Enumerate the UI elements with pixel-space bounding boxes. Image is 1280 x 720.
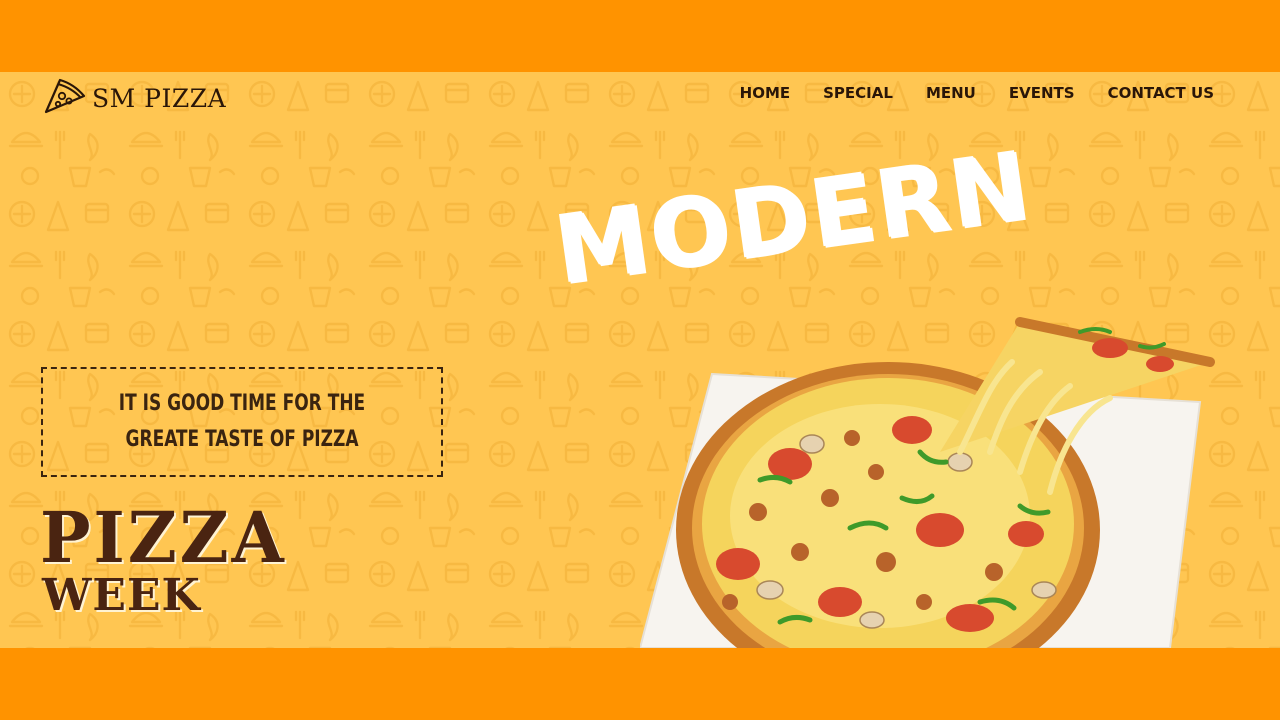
promo-title-pizza: PIZZA (40, 496, 287, 579)
top-frame (0, 0, 1280, 72)
promo-title-week: WEEK (42, 570, 201, 621)
tagline-box: IT IS GOOD TIME FOR THE GREATE TASTE OF … (41, 367, 443, 477)
bottom-frame (0, 648, 1280, 720)
main-nav: HOME SPECIAL MENU EVENTS CONTACT US (740, 84, 1214, 102)
nav-item-events[interactable]: EVENTS (1009, 84, 1075, 102)
pizza-slice-icon (42, 76, 88, 121)
nav-item-special[interactable]: SPECIAL (823, 84, 893, 102)
hero-section: SM PIZZA HOME SPECIAL MENU EVENTS CONTAC… (0, 72, 1280, 648)
tagline-text: IT IS GOOD TIME FOR THE GREATE TASTE OF … (118, 391, 366, 452)
brand-name: SM PIZZA (92, 84, 227, 113)
pizza-image (640, 317, 1215, 648)
nav-item-home[interactable]: HOME (740, 84, 790, 102)
nav-item-menu[interactable]: MENU (926, 84, 976, 102)
nav-item-contact-us[interactable]: CONTACT US (1108, 84, 1214, 102)
brand-logo[interactable]: SM PIZZA (42, 76, 226, 121)
